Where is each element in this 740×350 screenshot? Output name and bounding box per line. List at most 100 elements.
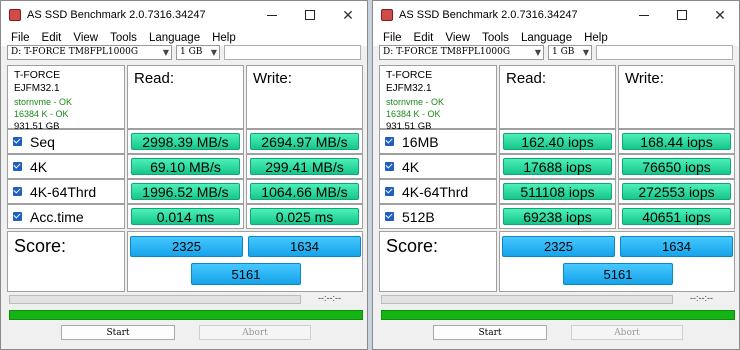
menu-tools[interactable]: Tools xyxy=(476,32,515,44)
chevron-down-icon: ▼ xyxy=(534,48,541,57)
menu-help[interactable]: Help xyxy=(206,32,242,44)
drive-select[interactable]: D: T-FORCE TM8FPL1000G ▼ xyxy=(379,45,544,60)
status-field xyxy=(224,45,361,60)
checkbox-checked-icon[interactable] xyxy=(13,137,22,146)
status-bar xyxy=(381,310,735,320)
size-select[interactable]: 1 GB ▼ xyxy=(548,45,592,60)
test-row-512b[interactable]: 512B xyxy=(379,204,497,229)
benchmark-window-iops: AS SSD Benchmark 2.0.7316.34247 ✕ File E… xyxy=(372,0,740,350)
menu-file[interactable]: File xyxy=(377,32,408,44)
read-result-cell: 511108 iops xyxy=(499,179,616,204)
menu-language[interactable]: Language xyxy=(515,32,578,44)
checkbox-checked-icon[interactable] xyxy=(385,212,394,221)
title-bar[interactable]: AS SSD Benchmark 2.0.7316.34247 ✕ xyxy=(373,1,739,29)
minimize-icon[interactable] xyxy=(253,1,291,29)
driver-status: stornvme - OK xyxy=(14,97,73,107)
drive-info-panel: T-FORCE EJFM32.1 stornvme - OK 16384 K -… xyxy=(379,65,497,132)
checkbox-checked-icon[interactable] xyxy=(385,162,394,171)
menu-view[interactable]: View xyxy=(439,32,476,44)
score-label: Score: xyxy=(14,236,67,256)
maximize-icon[interactable] xyxy=(291,1,329,29)
minimize-icon[interactable] xyxy=(625,1,663,29)
read-result-cell: 69.10 MB/s xyxy=(127,154,244,179)
test-row-4k[interactable]: 4K xyxy=(379,154,497,179)
progress-bar xyxy=(381,295,673,304)
test-label: 512B xyxy=(402,208,435,225)
test-label: 16MB xyxy=(402,133,439,150)
write-result-cell: 272553 iops xyxy=(618,179,735,204)
maximize-icon[interactable] xyxy=(663,1,701,29)
read-result-cell: 162.40 iops xyxy=(499,129,616,154)
menu-edit[interactable]: Edit xyxy=(408,32,440,44)
start-button[interactable]: Start xyxy=(433,325,547,340)
test-label: Acc.time xyxy=(30,208,84,225)
test-label: 4K-64Thrd xyxy=(402,183,469,200)
write-header: Write: xyxy=(618,65,735,129)
write-result: 2694.97 MB/s xyxy=(250,133,359,150)
score-panel: 2325 1634 5161 xyxy=(499,231,735,292)
drive-select[interactable]: D: T-FORCE TM8FPL1000G ▼ xyxy=(7,45,172,60)
write-result: 40651 iops xyxy=(622,208,731,225)
write-result-cell: 168.44 iops xyxy=(618,129,735,154)
chevron-down-icon: ▼ xyxy=(582,48,589,57)
menu-tools[interactable]: Tools xyxy=(104,32,143,44)
abort-button[interactable]: Abort xyxy=(571,325,683,340)
test-row-acc-time[interactable]: Acc.time xyxy=(7,204,125,229)
score-read: 2325 xyxy=(502,236,615,257)
write-result-cell: 76650 iops xyxy=(618,154,735,179)
menu-view[interactable]: View xyxy=(67,32,104,44)
start-button[interactable]: Start xyxy=(61,325,175,340)
score-total: 5161 xyxy=(563,263,673,285)
write-result: 76650 iops xyxy=(622,158,731,175)
test-label: Seq xyxy=(30,133,55,150)
test-row-4k-64thrd[interactable]: 4K-64Thrd xyxy=(379,179,497,204)
checkbox-checked-icon[interactable] xyxy=(385,187,394,196)
size-select-value: 1 GB xyxy=(180,47,203,57)
write-result-cell: 40651 iops xyxy=(618,204,735,229)
write-result: 299.41 MB/s xyxy=(250,158,359,175)
drive-firmware: EJFM32.1 xyxy=(386,83,432,94)
close-icon[interactable]: ✕ xyxy=(329,1,367,29)
read-result: 17688 iops xyxy=(503,158,612,175)
read-result-cell: 2998.39 MB/s xyxy=(127,129,244,154)
write-result: 168.44 iops xyxy=(622,133,731,150)
test-row-seq[interactable]: Seq xyxy=(7,129,125,154)
checkbox-checked-icon[interactable] xyxy=(13,187,22,196)
write-result: 0.025 ms xyxy=(250,208,359,225)
write-result-cell: 2694.97 MB/s xyxy=(246,129,363,154)
title-bar[interactable]: AS SSD Benchmark 2.0.7316.34247 ✕ xyxy=(1,1,367,29)
test-row-4k[interactable]: 4K xyxy=(7,154,125,179)
chevron-down-icon: ▼ xyxy=(162,48,169,57)
benchmark-window-mbps: AS SSD Benchmark 2.0.7316.34247 ✕ File E… xyxy=(0,0,368,350)
checkbox-checked-icon[interactable] xyxy=(385,137,394,146)
window-title: AS SSD Benchmark 2.0.7316.34247 xyxy=(27,9,206,21)
menu-help[interactable]: Help xyxy=(578,32,614,44)
results-grid: T-FORCE EJFM32.1 stornvme - OK 16384 K -… xyxy=(379,65,735,292)
menu-language[interactable]: Language xyxy=(143,32,206,44)
close-icon[interactable]: ✕ xyxy=(701,1,739,29)
size-select[interactable]: 1 GB ▼ xyxy=(176,45,220,60)
menu-bar: File Edit View Tools Language Help xyxy=(373,29,739,46)
results-grid: T-FORCE EJFM32.1 stornvme - OK 16384 K -… xyxy=(7,65,363,292)
checkbox-checked-icon[interactable] xyxy=(13,162,22,171)
write-result: 272553 iops xyxy=(622,183,731,200)
read-result: 2998.39 MB/s xyxy=(131,133,240,150)
test-row-16mb[interactable]: 16MB xyxy=(379,129,497,154)
drive-select-value: D: T-FORCE TM8FPL1000G xyxy=(11,47,139,57)
abort-button[interactable]: Abort xyxy=(199,325,311,340)
write-header: Write: xyxy=(246,65,363,129)
read-result-cell: 69238 iops xyxy=(499,204,616,229)
write-result-cell: 0.025 ms xyxy=(246,204,363,229)
read-result-cell: 0.014 ms xyxy=(127,204,244,229)
score-label: Score: xyxy=(386,236,439,256)
size-select-value: 1 GB xyxy=(552,47,575,57)
score-total: 5161 xyxy=(191,263,301,285)
status-bar xyxy=(9,310,363,320)
read-result: 1996.52 MB/s xyxy=(131,183,240,200)
as-ssd-app-icon xyxy=(381,9,393,21)
checkbox-checked-icon[interactable] xyxy=(13,212,22,221)
test-row-4k-64thrd[interactable]: 4K-64Thrd xyxy=(7,179,125,204)
read-result: 69.10 MB/s xyxy=(131,158,240,175)
menu-file[interactable]: File xyxy=(5,32,36,44)
menu-edit[interactable]: Edit xyxy=(36,32,68,44)
